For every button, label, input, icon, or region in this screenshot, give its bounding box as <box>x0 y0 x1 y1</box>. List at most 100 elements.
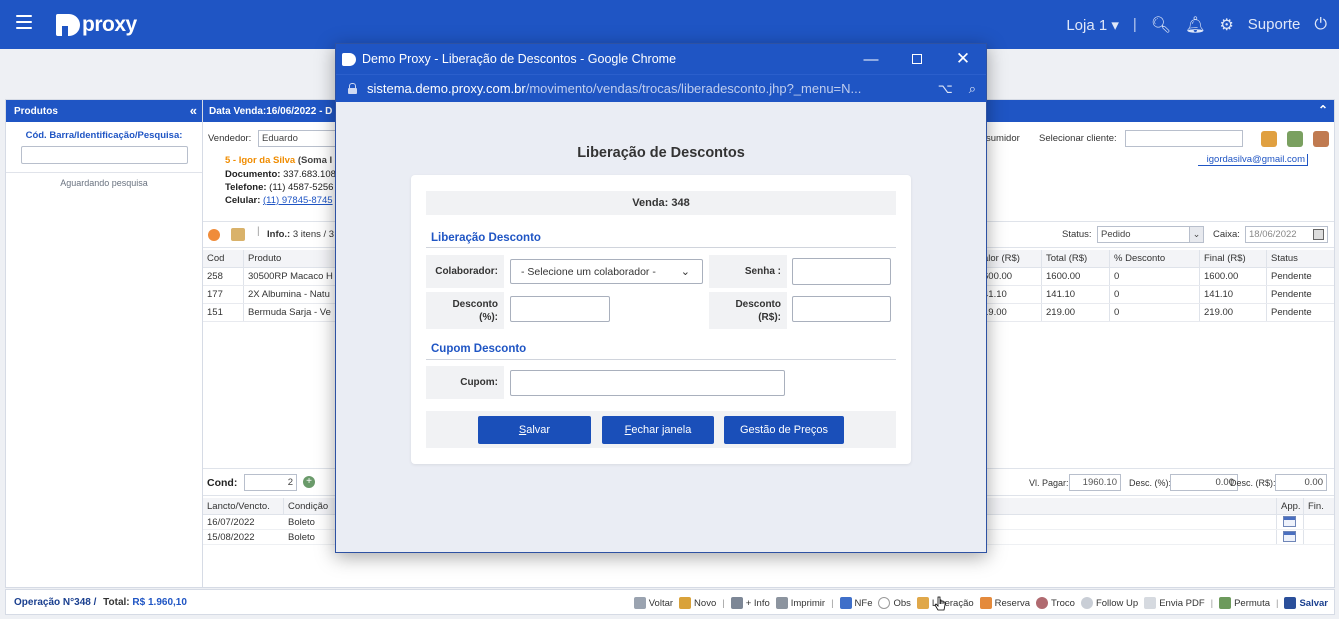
expand-icon[interactable]: ⌃ <box>1318 103 1328 117</box>
reserve-icon <box>979 597 992 609</box>
close-icon[interactable]: ✕ <box>940 44 986 74</box>
desconto-pct-input[interactable] <box>510 296 610 322</box>
divider: | <box>1132 16 1137 33</box>
col-fin[interactable]: Fin. <box>1304 498 1334 514</box>
col-lancto[interactable]: Lancto/Vencto. <box>203 498 284 514</box>
select-client-input[interactable] <box>1125 130 1243 147</box>
change-icon <box>1036 597 1049 609</box>
lock-icon[interactable] <box>348 83 357 94</box>
proxy-logo-mark <box>56 14 80 36</box>
client-documento: Documento: 337.683.108 <box>225 169 336 180</box>
desc-rs-field[interactable]: 0.00 <box>1275 474 1327 491</box>
envia-pdf-label: Envia PDF <box>1159 597 1205 609</box>
menu-icon[interactable] <box>16 15 32 29</box>
bell-icon[interactable]: 🔔︎ <box>1185 15 1205 35</box>
info-button[interactable]: + Info <box>730 597 770 609</box>
col-app[interactable]: App. <box>1277 498 1304 514</box>
calendar-icon[interactable] <box>1313 229 1324 240</box>
nfe-label: NFe <box>854 597 873 609</box>
permuta-button[interactable]: Permuta <box>1219 597 1270 609</box>
col-desconto[interactable]: % Desconto <box>1110 250 1200 267</box>
info-label: + Info <box>745 597 770 609</box>
gear-icon[interactable]: ⚙︎ <box>1219 15 1233 35</box>
col-status[interactable]: Status <box>1267 250 1333 267</box>
col-total[interactable]: Total (R$) <box>1042 250 1110 267</box>
senha-input[interactable] <box>792 258 891 285</box>
colaborador-select[interactable]: - Selecione um colaborador - ⌄ <box>510 259 703 284</box>
calendar-icon[interactable] <box>1283 516 1296 527</box>
cupom-input[interactable] <box>510 370 785 396</box>
proxy-favicon-icon <box>342 52 356 66</box>
window-titlebar[interactable]: Demo Proxy - Liberação de Descontos - Go… <box>336 44 986 74</box>
cond-input[interactable]: 2 <box>244 474 297 491</box>
client-edit-icon[interactable] <box>1261 131 1277 147</box>
follow-up-button[interactable]: Follow Up <box>1080 597 1138 609</box>
colaborador-label: Colaborador: <box>426 255 504 288</box>
key-icon <box>679 597 692 609</box>
exchange-icon <box>1219 597 1232 609</box>
fechar-janela-button[interactable]: Fechar janela <box>602 416 714 444</box>
cupom-label: Cupom: <box>426 366 504 399</box>
cell-final: 141.10 <box>1200 286 1267 303</box>
col-cod[interactable]: Cod <box>203 250 244 267</box>
chat-icon <box>1080 597 1093 609</box>
client-user-icon[interactable] <box>1313 131 1329 147</box>
collapse-icon[interactable]: « <box>190 103 197 118</box>
troco-button[interactable]: Troco <box>1036 597 1075 609</box>
desconto-rs-label-line2: (R$): <box>758 311 781 323</box>
documento-label: Documento: <box>225 169 281 180</box>
add-condition-icon[interactable]: + <box>303 476 315 488</box>
products-panel: Produtos « Cód. Barra/Identificação/Pesq… <box>5 99 203 588</box>
telefone-value: (11) 4587-5256 <box>269 182 334 193</box>
window-title: Demo Proxy - Liberação de Descontos - Go… <box>362 52 677 66</box>
divider <box>6 172 202 173</box>
proxy-logo[interactable]: proxy <box>56 13 137 37</box>
folder-icon <box>916 597 929 609</box>
desconto-rs-input[interactable] <box>792 296 891 322</box>
cell-app <box>1277 530 1304 544</box>
envia-pdf-button[interactable]: Envia PDF <box>1144 597 1205 609</box>
items-tool-icon[interactable] <box>231 228 245 241</box>
client-money-icon[interactable] <box>1287 131 1303 147</box>
remove-item-icon[interactable] <box>208 229 220 241</box>
info-text: Info.: 3 itens / 3 <box>267 229 334 240</box>
imprimir-button[interactable]: Imprimir <box>775 597 825 609</box>
calendar-icon[interactable] <box>1283 531 1296 542</box>
zoom-icon[interactable]: ⌕ <box>969 81 976 97</box>
vl-pagar-label: Vl. Pagar: <box>1029 478 1069 488</box>
col-final[interactable]: Final (R$) <box>1200 250 1267 267</box>
sale-date-header: Data Venda:16/06/2022 - D <box>209 106 333 117</box>
vendedor-field[interactable]: Eduardo <box>258 130 338 147</box>
support-link[interactable]: Suporte <box>1248 16 1301 33</box>
obs-button[interactable]: Obs <box>878 597 911 609</box>
power-icon[interactable]: ⏻ <box>1314 16 1327 34</box>
status-value: Pedido <box>1101 229 1131 240</box>
minimize-icon[interactable]: — <box>848 44 894 74</box>
product-search-input[interactable] <box>20 146 188 164</box>
divider <box>426 247 896 248</box>
search-icon[interactable]: 🔍︎ <box>1151 15 1171 35</box>
celular-link[interactable]: (11) 97845-8745 <box>263 195 333 206</box>
maximize-icon[interactable] <box>894 44 940 74</box>
divider: | <box>1210 597 1214 609</box>
reserva-button[interactable]: Reserva <box>979 597 1030 609</box>
caixa-date-field[interactable]: 18/06/2022 <box>1245 226 1328 243</box>
status-select[interactable]: Pedido ⌄ <box>1097 226 1204 243</box>
store-selector[interactable]: Loja 1 ▾ <box>1066 16 1119 34</box>
salvar-label: Salvar <box>1299 597 1328 609</box>
salvar-button[interactable]: Salvar <box>1284 597 1328 609</box>
address-bar-icons: ⌥ ⌕ <box>938 81 976 97</box>
vl-pagar-field[interactable]: 1960.10 <box>1069 474 1121 491</box>
salvar-popup-button[interactable]: Salvar <box>478 416 591 444</box>
voltar-button[interactable]: Voltar <box>633 597 673 609</box>
window-controls: — ✕ <box>848 44 986 74</box>
top-navbar: proxy Loja 1 ▾ | 🔍︎ 🔔︎ ⚙︎ Suporte ⏻ <box>0 0 1339 49</box>
col-valor[interactable]: alor (R$) <box>979 250 1042 267</box>
address-bar[interactable]: sistema.demo.proxy.com.br/movimento/vend… <box>336 74 986 102</box>
key-icon[interactable]: ⌥ <box>938 81 953 97</box>
novo-button[interactable]: Novo <box>679 597 716 609</box>
desc-pct-field[interactable]: 0.00 <box>1170 474 1238 491</box>
gestao-precos-button[interactable]: Gestão de Preços <box>724 416 844 444</box>
nfe-button[interactable]: NFe <box>839 597 873 609</box>
cell-cod: 177 <box>203 286 244 303</box>
